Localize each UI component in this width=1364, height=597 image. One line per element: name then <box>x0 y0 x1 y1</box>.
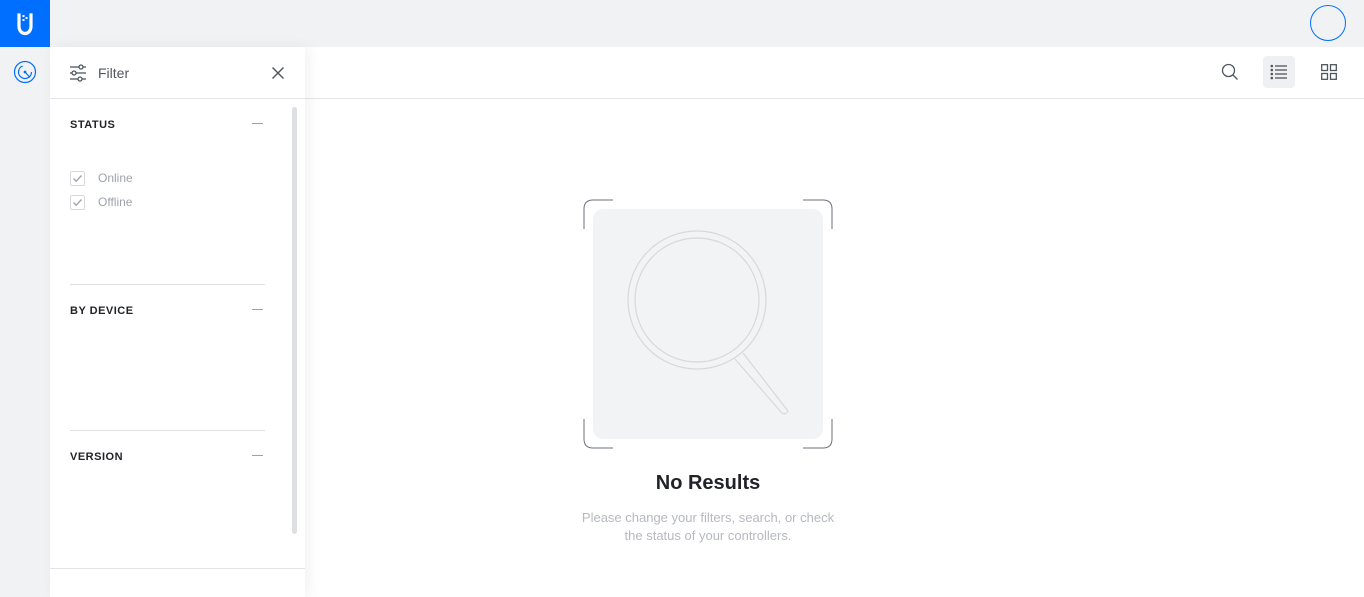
collapse-version-button[interactable] <box>248 450 267 462</box>
nav-item-controllers[interactable] <box>12 59 38 85</box>
option-label: Online <box>98 171 133 185</box>
list-view-icon <box>1270 64 1287 80</box>
minus-icon <box>252 309 263 310</box>
top-header <box>0 0 1364 47</box>
magnifier-icon <box>583 199 833 449</box>
filter-sliders-icon <box>70 64 86 82</box>
filter-header: Filter <box>50 47 305 99</box>
close-icon[interactable] <box>270 65 286 81</box>
list-view-button[interactable] <box>1263 56 1295 88</box>
empty-state-message-line2: the status of your controllers. <box>624 528 792 543</box>
grid-view-button[interactable] <box>1313 56 1345 88</box>
status-option-offline[interactable]: Offline <box>70 194 132 210</box>
checkmark-icon <box>73 198 82 206</box>
controller-dial-icon <box>13 60 37 84</box>
section-title-by-device: BY DEVICE <box>70 305 134 317</box>
main-toolbar <box>305 47 1364 99</box>
app-root: Filter STATUS Online Offline BY DEVICE V… <box>0 0 1364 597</box>
filter-panel: Filter STATUS Online Offline BY DEVICE V… <box>50 47 305 597</box>
section-title-status: STATUS <box>70 119 116 131</box>
side-nav <box>0 47 50 597</box>
empty-state-message: Please change your filters, search, or c… <box>558 509 858 545</box>
section-divider <box>70 284 265 285</box>
filter-title: Filter <box>98 65 130 81</box>
collapse-by-device-button[interactable] <box>248 304 267 316</box>
user-avatar-button[interactable] <box>1310 5 1346 41</box>
section-divider <box>70 430 265 431</box>
checkbox-online[interactable] <box>70 170 85 186</box>
ubiquiti-logo-button[interactable] <box>0 0 50 47</box>
minus-icon <box>252 455 263 456</box>
empty-state-title: No Results <box>655 472 761 494</box>
status-option-online[interactable]: Online <box>70 170 133 186</box>
option-label: Offline <box>98 195 133 209</box>
minus-icon <box>252 123 263 124</box>
checkbox-offline[interactable] <box>70 194 85 210</box>
ubiquiti-u-logo-icon <box>17 12 33 35</box>
collapse-status-button[interactable] <box>248 118 267 130</box>
filter-footer-divider <box>50 568 305 569</box>
grid-view-icon <box>1321 64 1337 80</box>
section-title-version: VERSION <box>70 451 124 463</box>
checkmark-icon <box>73 174 82 182</box>
search-button[interactable] <box>1214 56 1246 88</box>
search-icon <box>1221 63 1238 80</box>
filter-scrollbar[interactable] <box>292 107 297 534</box>
empty-state-message-line1: Please change your filters, search, or c… <box>581 510 835 525</box>
